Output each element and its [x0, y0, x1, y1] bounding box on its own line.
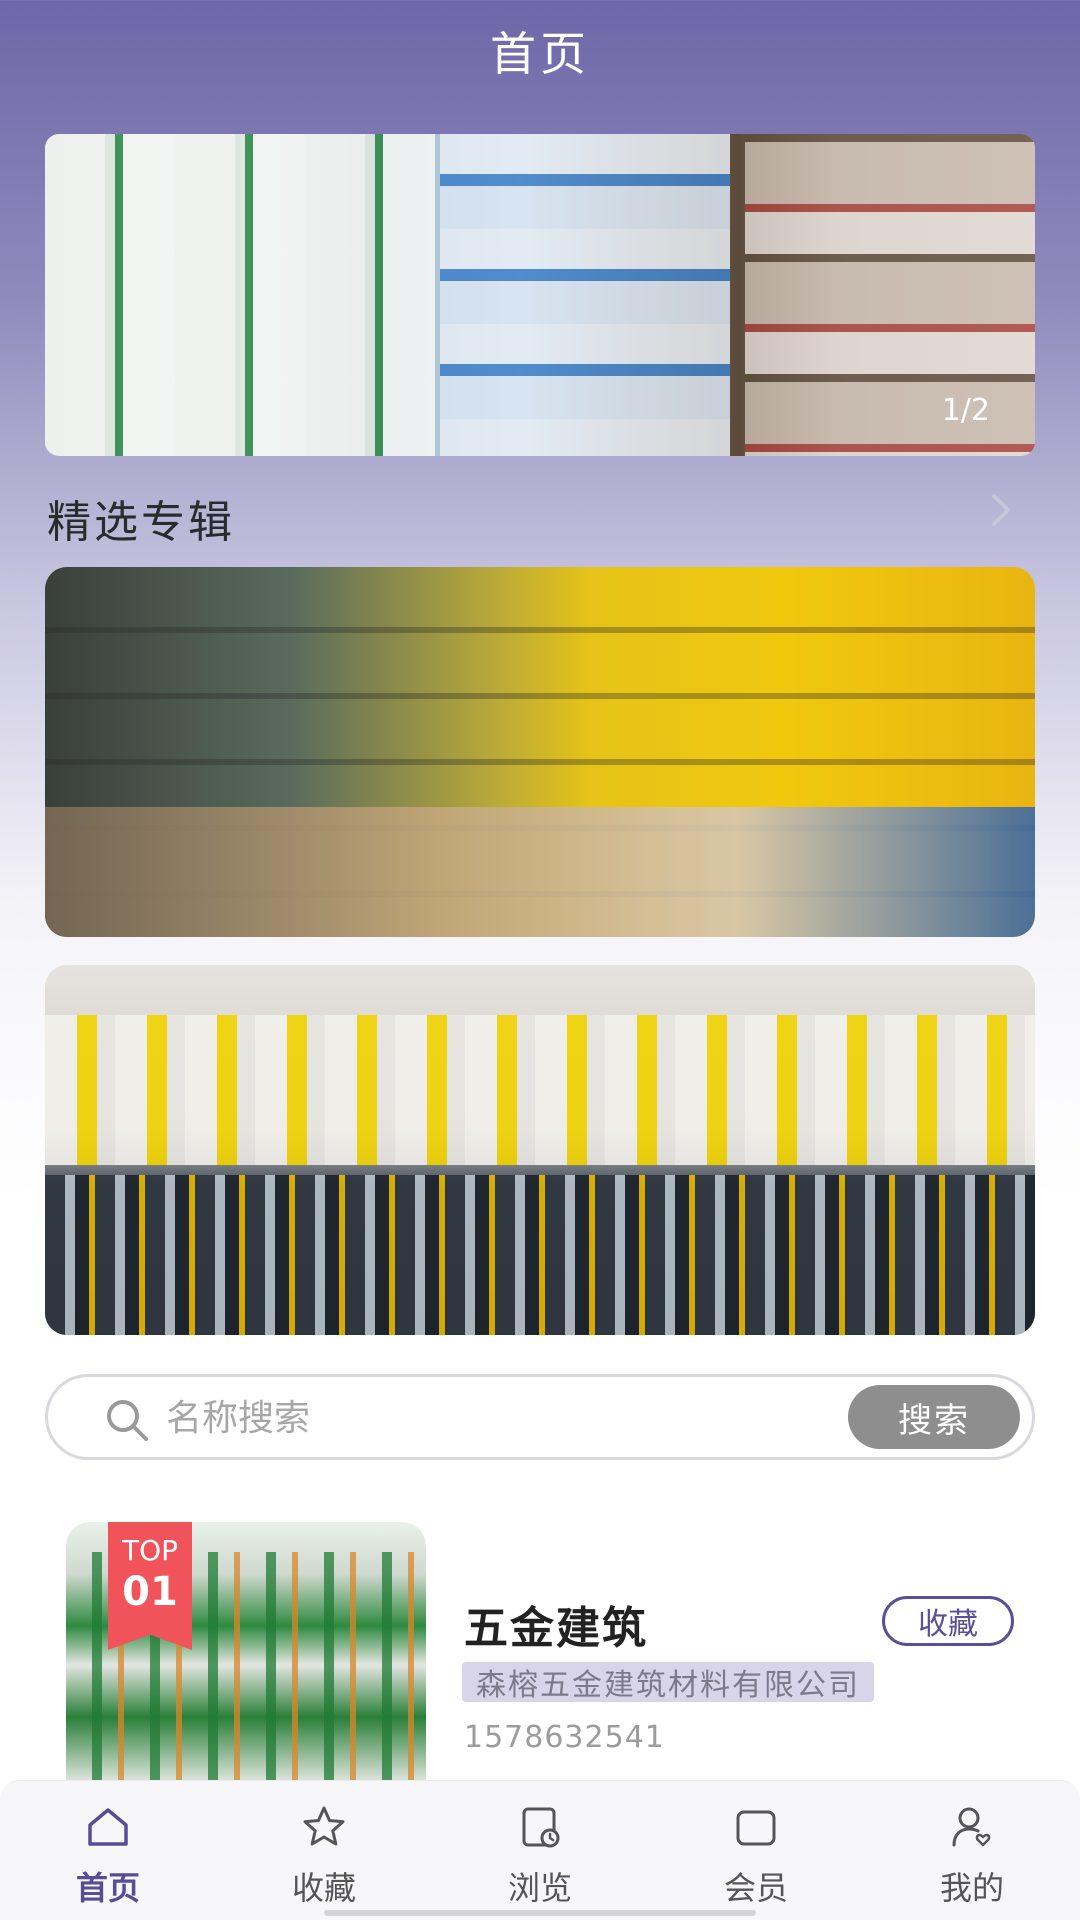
tab-member[interactable]: 会员 [648, 1781, 864, 1920]
tab-label: 我的 [939, 1869, 1004, 1907]
tab-label: 首页 [75, 1869, 140, 1907]
rank-badge-number: 01 [122, 1569, 178, 1615]
history-icon [522, 1807, 560, 1848]
banner-page-indicator: 1/2 [941, 393, 990, 428]
album-image-drill-rack [45, 1175, 1035, 1335]
tab-home[interactable]: 首页 [0, 1781, 216, 1920]
rank-badge-top: TOP [121, 1534, 179, 1567]
tab-label: 收藏 [291, 1869, 356, 1907]
banner-image-power-strips [45, 134, 435, 456]
star-icon [303, 1806, 345, 1846]
tab-history[interactable]: 浏览 [432, 1781, 648, 1920]
album-image-bit-packs [45, 1015, 1035, 1165]
banner-image-sockets [440, 134, 730, 456]
tab-label: 会员 [723, 1869, 788, 1907]
member-icon [736, 1810, 776, 1846]
album-card-drill-bits[interactable] [45, 965, 1035, 1335]
section-title: 精选专辑 [47, 497, 235, 548]
page-title: 首页 [490, 27, 590, 81]
list-item[interactable]: TOP 01 五金建筑 收藏 森榕五金建筑材料有限公司 1578632541 [0, 1522, 1080, 1782]
tab-label: 浏览 [507, 1869, 572, 1907]
home-indicator [324, 1910, 756, 1916]
favorite-button[interactable]: 收藏 [882, 1596, 1014, 1646]
phone-number: 1578632541 [464, 1720, 665, 1755]
profile-icon [952, 1807, 991, 1847]
home-icon [88, 1808, 128, 1846]
company-tag: 森榕五金建筑材料有限公司 [462, 1662, 874, 1703]
banner-image-shop-shelf [745, 134, 1035, 456]
banner-carousel[interactable]: 1/2 [45, 134, 1035, 456]
search-icon [107, 1400, 148, 1441]
album-card-power-tools[interactable] [45, 567, 1035, 937]
search-bar: 搜索 [45, 1374, 1035, 1460]
tab-profile[interactable]: 我的 [864, 1781, 1080, 1920]
tab-favorites[interactable]: 收藏 [216, 1781, 432, 1920]
rank-badge: TOP 01 [108, 1522, 192, 1650]
chevron-right-icon[interactable] [980, 490, 1020, 530]
search-button[interactable]: 搜索 [848, 1385, 1020, 1449]
item-title: 五金建筑 [464, 1603, 648, 1654]
search-input[interactable] [166, 1389, 726, 1447]
album-image-boxes [45, 807, 1035, 937]
bottom-tab-bar: 首页 收藏 浏览 会员 我的 [0, 1780, 1080, 1920]
